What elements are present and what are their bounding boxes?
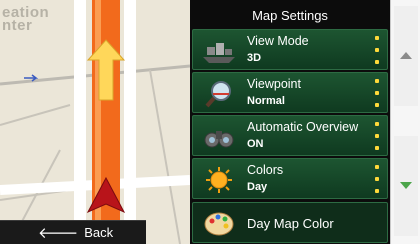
menu-item-viewpoint[interactable]: Viewpoint Normal	[192, 72, 388, 113]
binoculars-icon	[204, 131, 234, 148]
scroll-up-button[interactable]	[394, 6, 418, 106]
palette-icon	[204, 212, 234, 236]
viewpoint-magnifier-icon	[205, 81, 231, 108]
menu-item-value: Normal	[247, 95, 285, 107]
scroll-down-button[interactable]	[394, 136, 418, 236]
more-options-icon	[374, 79, 379, 107]
arrow-up-icon	[400, 52, 412, 59]
menu-item-automatic-overview[interactable]: Automatic Overview ON	[192, 115, 388, 156]
map-view[interactable]: eation nter 🡐 Back	[0, 0, 190, 244]
back-button[interactable]: 🡐 Back	[0, 220, 146, 244]
more-options-icon	[374, 122, 379, 150]
back-button-label: Back	[84, 225, 114, 240]
map-place-label: eation nter	[2, 4, 50, 34]
menu-item-value: Day	[247, 181, 268, 193]
view-mode-3d-icon	[203, 43, 235, 63]
panel-title: Map Settings	[252, 8, 328, 23]
menu-item-view-mode[interactable]: View Mode 3D	[192, 29, 388, 70]
menu-item-label: Automatic Overview	[247, 120, 359, 134]
map-settings-panel: Map Settings View Mode 3D Viewpoint Norm…	[190, 0, 390, 244]
more-options-icon	[374, 36, 379, 64]
menu-item-label: Colors	[247, 163, 284, 177]
menu-item-label: Day Map Color	[247, 216, 334, 231]
more-options-icon	[374, 165, 379, 193]
menu-item-day-map-color[interactable]: Day Map Color	[192, 202, 388, 243]
menu-item-value: 3D	[247, 52, 262, 64]
sun-icon	[206, 167, 232, 193]
menu-item-label: Viewpoint	[247, 77, 301, 91]
menu-item-colors[interactable]: Colors Day	[192, 158, 388, 199]
arrow-down-icon	[400, 182, 412, 189]
menu-item-label: View Mode	[247, 34, 309, 48]
arrow-left-icon: 🡐	[38, 225, 79, 242]
map-canvas	[0, 0, 190, 244]
menu-item-value: ON	[247, 138, 264, 150]
scrollbar[interactable]	[390, 0, 420, 244]
